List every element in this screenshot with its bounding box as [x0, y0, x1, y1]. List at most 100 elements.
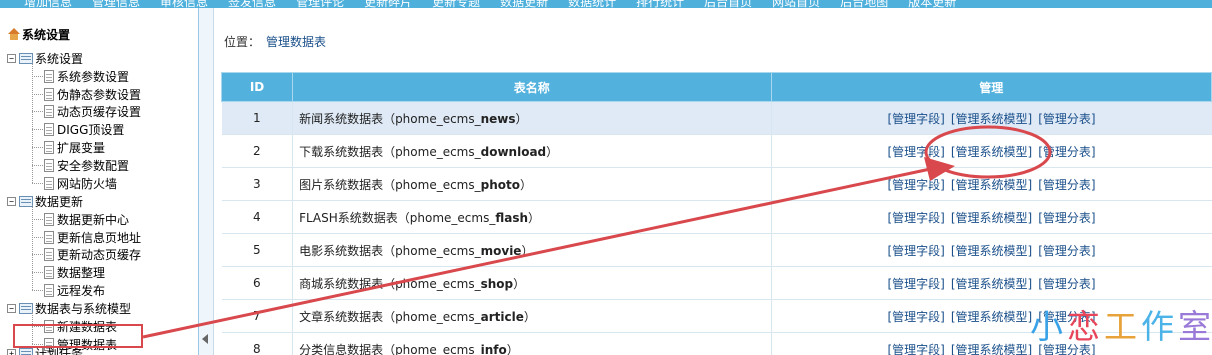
breadcrumb-current[interactable]: 管理数据表	[266, 35, 326, 49]
tree-group[interactable]: − 数据更新	[7, 193, 83, 210]
document-icon	[44, 284, 54, 297]
tree-item[interactable]: DIGG顶设置	[44, 121, 124, 138]
top-nav-item[interactable]: 增加信息	[24, 0, 72, 8]
top-nav-item[interactable]: 数据更新	[500, 0, 548, 8]
manage-subtables-link[interactable]: [管理分表]	[1038, 211, 1095, 225]
document-icon	[44, 176, 54, 190]
tree-item[interactable]: 动态页缓存设置	[44, 103, 141, 120]
manage-fields-link[interactable]: [管理字段]	[887, 310, 944, 324]
cell-table-name: 下载系统数据表（phome_ecms_download）	[292, 134, 772, 168]
manage-system-model-link[interactable]: [管理系统模型]	[951, 244, 1032, 258]
tree-item[interactable]: 数据更新中心	[44, 211, 129, 228]
collapse-icon[interactable]: −	[7, 54, 16, 63]
manage-subtables-link[interactable]: [管理分表]	[1038, 277, 1095, 291]
tree-item[interactable]: 扩展变量	[44, 139, 105, 156]
tree-item-label: 安全参数配置	[57, 158, 130, 173]
sidebar-splitter[interactable]	[199, 8, 214, 355]
top-nav-item[interactable]: 网站首页	[772, 0, 820, 8]
top-nav-items: 增加信息 管理信息 审核信息 签发信息 管理评论 更新碎片 更新专题 数据更新 数据统计 排行统计…	[24, 0, 976, 8]
manage-system-model-link[interactable]: [管理系统模型]	[951, 343, 1032, 355]
document-icon	[44, 87, 54, 101]
sidebar: 系统设置 − 系统设置 系统参数设置 伪静态参数设置动态页缓存设置 DIGG顶设置 扩展变…	[0, 8, 199, 355]
collapse-icon[interactable]: −	[7, 197, 16, 206]
manage-system-model-link[interactable]: [管理系统模型]	[951, 211, 1032, 225]
manage-subtables-link[interactable]: [管理分表]	[1038, 244, 1095, 258]
cell-table-name: 图片系统数据表（phome_ecms_photo）	[292, 167, 772, 201]
tree-item[interactable]: 远程发布	[44, 282, 105, 299]
tree-item[interactable]: 更新动态页缓存	[44, 246, 141, 263]
tree-item[interactable]: 数据整理	[44, 264, 105, 281]
manage-system-model-link[interactable]: [管理系统模型]	[951, 112, 1032, 126]
manage-fields-link[interactable]: [管理字段]	[887, 112, 944, 126]
expand-icon[interactable]: +	[7, 349, 16, 355]
tree-group-label: 数据表与系统模型	[35, 302, 132, 316]
table-row: 3 图片系统数据表（phome_ecms_photo） [管理字段] [管理系统模型]…	[221, 167, 1212, 201]
cell-id: 7	[221, 299, 294, 333]
cell-id: 4	[221, 200, 294, 234]
table-name-close: ）	[506, 342, 519, 355]
table-name-suffix: news	[480, 111, 516, 126]
manage-fields-link[interactable]: [管理字段]	[887, 244, 944, 258]
cell-table-name: 分类信息数据表（phome_ecms_info）	[292, 332, 772, 355]
table-name-suffix: info	[480, 342, 507, 355]
table-row: 6 商城系统数据表（phome_ecms_shop） [管理字段] [管理系统模型][…	[221, 266, 1212, 300]
cell-id: 8	[221, 332, 294, 355]
top-nav-item[interactable]: 审核信息	[160, 0, 208, 8]
document-icon	[44, 266, 54, 280]
manage-fields-link[interactable]: [管理字段]	[887, 343, 944, 355]
collapse-icon[interactable]: −	[7, 304, 16, 313]
tree-connector	[32, 111, 43, 113]
tree-connector	[32, 129, 43, 131]
home-icon	[7, 28, 20, 41]
top-nav-item[interactable]: 后台首页	[704, 0, 752, 8]
tree-item-label: DIGG顶设置	[57, 123, 125, 138]
table-name-suffix: article	[480, 309, 524, 324]
top-nav-item[interactable]: 签发信息	[228, 0, 276, 8]
manage-fields-link[interactable]: [管理字段]	[887, 178, 944, 192]
table-name-name: 电影系统数据表（phome_ecms_	[299, 243, 481, 258]
tree-connector	[32, 182, 43, 184]
tree-item-label: 数据更新中心	[57, 212, 130, 227]
cell-id: 1	[221, 101, 294, 135]
top-nav-item[interactable]: 排行统计	[636, 0, 684, 8]
watermark-char: 作	[1141, 307, 1178, 346]
tree-root[interactable]: 系统设置	[7, 26, 70, 43]
cell-manage: [管理字段] [管理系统模型] [管理分表]	[771, 266, 1212, 300]
manage-subtables-link[interactable]: [管理分表]	[1038, 112, 1095, 126]
table-name-name: 商城系统数据表（phome_ecms_	[299, 276, 481, 291]
tree-group[interactable]: − 数据表与系统模型	[7, 300, 131, 317]
manage-subtables-link[interactable]: [管理分表]	[1038, 178, 1095, 192]
document-icon	[44, 105, 54, 119]
tree-item[interactable]: 网站防火墙	[44, 175, 117, 192]
tree-group[interactable]: − 系统设置	[7, 50, 83, 67]
manage-system-model-link[interactable]: [管理系统模型]	[951, 178, 1032, 192]
tree-item[interactable]: 安全参数配置	[44, 157, 129, 174]
table-name-name: 文章系统数据表（phome_ecms_	[299, 309, 481, 324]
cell-table-name: 电影系统数据表（phome_ecms_movie）	[292, 233, 772, 267]
header-manage: 管理	[770, 72, 1212, 102]
manage-fields-link[interactable]: [管理字段]	[887, 211, 944, 225]
collapse-arrow-icon[interactable]	[202, 334, 208, 344]
top-nav-item[interactable]: 数据统计	[568, 0, 616, 8]
top-nav-item[interactable]: 后台地图	[840, 0, 888, 8]
top-nav-item[interactable]: 管理评论	[296, 0, 344, 8]
manage-fields-link[interactable]: [管理字段]	[887, 277, 944, 291]
manage-system-model-link[interactable]: [管理系统模型]	[951, 310, 1032, 324]
tree-connector	[32, 205, 33, 290]
manage-subtables-link[interactable]: [管理分表]	[1038, 145, 1095, 159]
manage-system-model-link[interactable]: [管理系统模型]	[951, 277, 1032, 291]
folder-icon	[19, 303, 33, 314]
document-icon	[44, 230, 54, 244]
cell-table-name: 商城系统数据表（phome_ecms_shop）	[292, 266, 772, 300]
folder-icon	[19, 53, 33, 64]
top-nav-item[interactable]: 版本更新	[908, 0, 956, 8]
top-nav-item[interactable]: 管理信息	[92, 0, 140, 8]
top-nav-item[interactable]: 更新专题	[432, 0, 480, 8]
tree-item[interactable]: 系统参数设置	[44, 68, 129, 85]
tree-item[interactable]: 伪静态参数设置	[44, 86, 141, 103]
top-nav-item[interactable]: 更新碎片	[364, 0, 412, 8]
manage-system-model-link[interactable]: [管理系统模型]	[951, 145, 1032, 159]
tree-item[interactable]: 更新信息页地址	[44, 229, 141, 246]
tree-item-label: 动态页缓存设置	[57, 105, 142, 120]
manage-fields-link[interactable]: [管理字段]	[887, 145, 944, 159]
